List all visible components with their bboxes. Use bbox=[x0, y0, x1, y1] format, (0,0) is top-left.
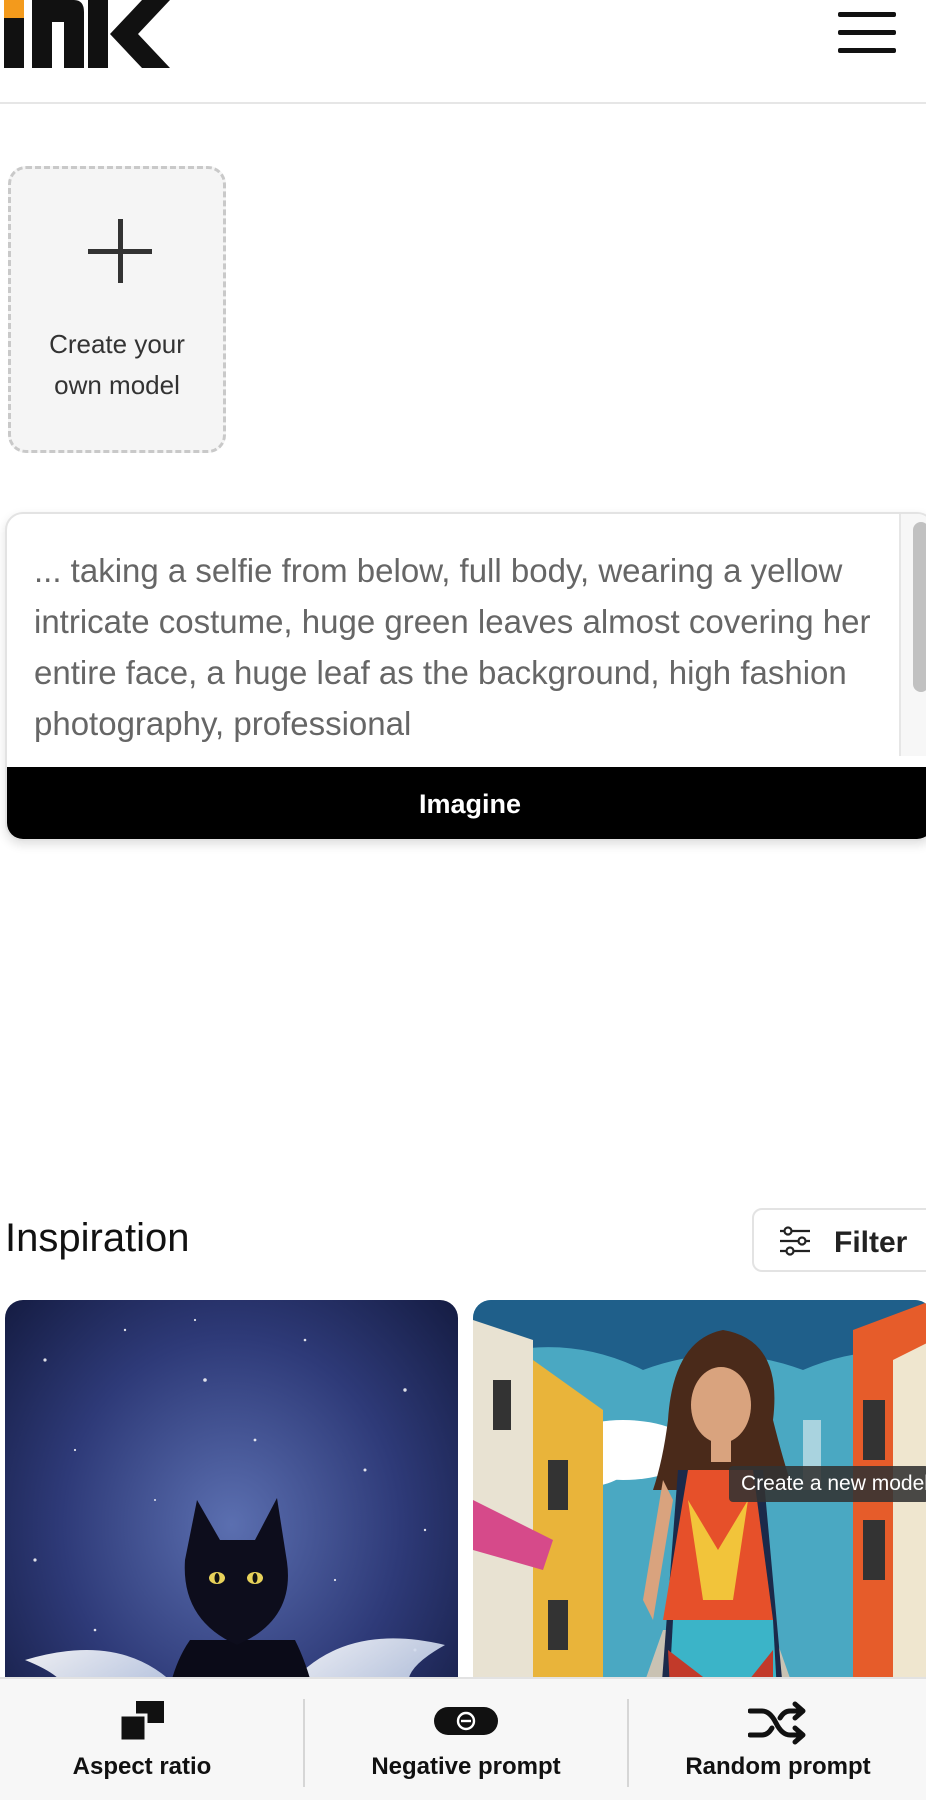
plus-icon bbox=[88, 219, 152, 283]
random-prompt-button[interactable]: Random prompt bbox=[630, 1679, 926, 1800]
sliders-icon bbox=[780, 1226, 810, 1256]
mk-logo[interactable] bbox=[4, 0, 170, 70]
inspiration-heading: Inspiration bbox=[5, 1216, 190, 1260]
create-model-tooltip: Create a new model bbox=[729, 1466, 926, 1502]
bottom-action-bar: Aspect ratio Negative prompt Random prom… bbox=[0, 1677, 926, 1800]
filter-button[interactable]: Filter bbox=[752, 1208, 926, 1272]
hamburger-menu-icon[interactable] bbox=[834, 8, 900, 58]
aspect-ratio-icon bbox=[120, 1701, 164, 1741]
imagine-button-label: Imagine bbox=[418, 789, 522, 819]
filter-label: Filter bbox=[834, 1226, 908, 1259]
create-model-card[interactable]: Create your own model bbox=[8, 166, 226, 453]
aspect-ratio-button[interactable]: Aspect ratio bbox=[0, 1679, 284, 1800]
negative-prompt-button[interactable]: Negative prompt bbox=[306, 1679, 626, 1800]
prompt-textarea[interactable]: ... taking a selfie from below, full bod… bbox=[34, 545, 874, 765]
negative-prompt-icon bbox=[434, 1707, 498, 1735]
create-model-label: Create your own model bbox=[49, 329, 185, 400]
imagine-button[interactable]: Imagine bbox=[7, 767, 926, 839]
divider bbox=[627, 1699, 629, 1787]
prompt-box: ... taking a selfie from below, full bod… bbox=[5, 512, 926, 841]
aspect-ratio-label: Aspect ratio bbox=[72, 1753, 212, 1780]
prompt-scrollbar[interactable] bbox=[899, 514, 926, 756]
random-prompt-label: Random prompt bbox=[685, 1753, 871, 1780]
shuffle-icon bbox=[748, 1701, 806, 1745]
top-header bbox=[0, 0, 926, 104]
divider bbox=[303, 1699, 305, 1787]
negative-prompt-label: Negative prompt bbox=[371, 1753, 561, 1780]
scrollbar-thumb[interactable] bbox=[913, 522, 926, 692]
